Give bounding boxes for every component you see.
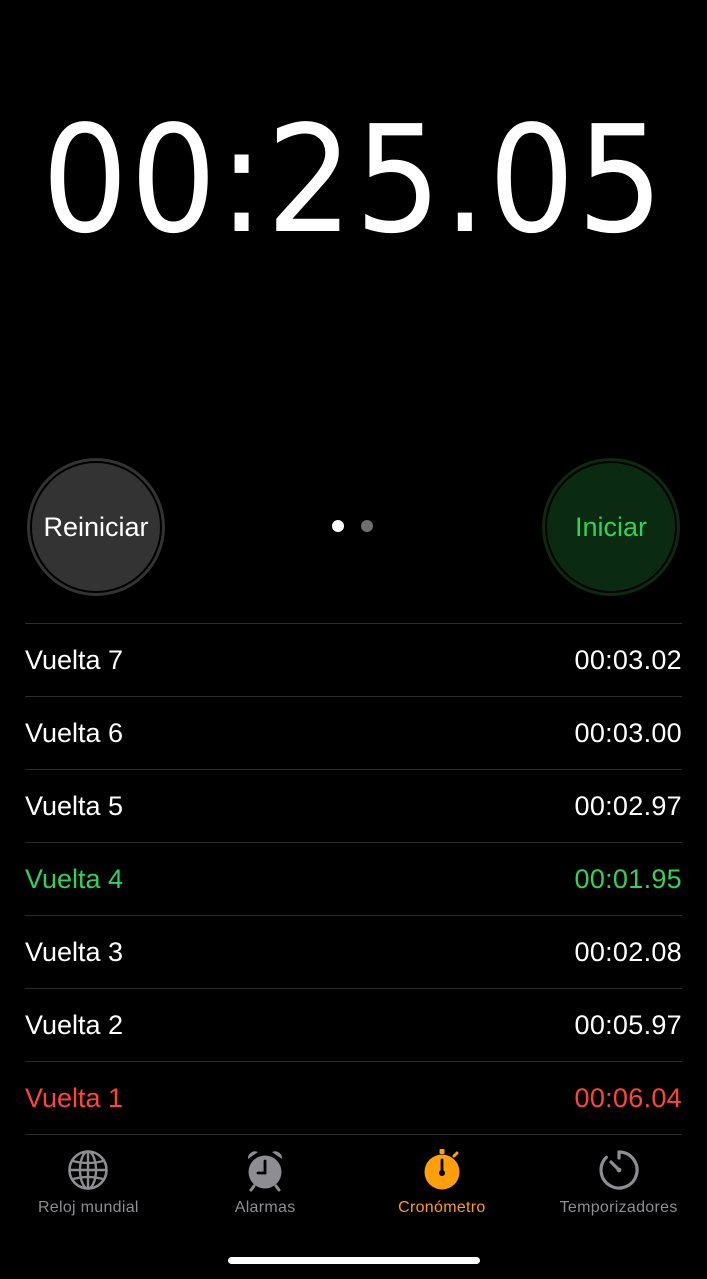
lap-row: Vuelta 2 00:05.97 [25, 989, 682, 1062]
lap-time: 00:01.95 [574, 863, 682, 894]
home-indicator[interactable] [228, 1257, 480, 1264]
lap-list[interactable]: Vuelta 7 00:03.02 Vuelta 6 00:03.00 Vuel… [25, 623, 682, 1135]
lap-time: 00:03.02 [574, 644, 682, 675]
lap-label: Vuelta 4 [25, 863, 124, 894]
lap-row: Vuelta 6 00:03.00 [25, 697, 682, 770]
lap-label: Vuelta 7 [25, 644, 124, 675]
lap-time: 00:05.97 [574, 1009, 682, 1040]
lap-row: Vuelta 3 00:02.08 [25, 916, 682, 989]
tab-label: Cronómetro [398, 1199, 486, 1216]
globe-icon [68, 1150, 109, 1190]
lap-label: Vuelta 6 [25, 717, 124, 748]
page-indicator[interactable] [332, 520, 373, 532]
stopwatch-time: 00:25.05 [41, 94, 666, 266]
lap-time: 00:02.08 [574, 936, 682, 967]
stopwatch-icon [424, 1149, 460, 1190]
lap-label: Vuelta 1 [25, 1082, 124, 1113]
tab-label: Temporizadores [559, 1199, 678, 1216]
timer-icon [599, 1150, 639, 1190]
start-button[interactable]: Iniciar [542, 458, 680, 596]
lap-label: Vuelta 5 [25, 790, 124, 821]
lap-label: Vuelta 2 [25, 1009, 124, 1040]
lap-time: 00:03.00 [574, 717, 682, 748]
tab-bar: Reloj mundial Alarmas Cronómetro Tempori… [0, 1148, 707, 1228]
tab-world-clock[interactable]: Reloj mundial [0, 1148, 177, 1228]
lap-row: Vuelta 5 00:02.97 [25, 770, 682, 843]
page-dot-1[interactable] [332, 520, 344, 532]
tab-alarms[interactable]: Alarmas [177, 1148, 354, 1228]
lap-time: 00:06.04 [574, 1082, 682, 1113]
reset-button[interactable]: Reiniciar [27, 458, 165, 596]
tab-label: Alarmas [234, 1199, 296, 1216]
reset-button-label: Reiniciar [43, 511, 149, 542]
page-dot-2[interactable] [361, 520, 373, 532]
tab-label: Reloj mundial [37, 1199, 139, 1216]
lap-label: Vuelta 3 [25, 936, 124, 967]
tab-stopwatch[interactable]: Cronómetro [354, 1148, 531, 1228]
lap-row-worst: Vuelta 1 00:06.04 [25, 1062, 682, 1135]
lap-row-best: Vuelta 4 00:01.95 [25, 843, 682, 916]
lap-row: Vuelta 7 00:03.02 [25, 624, 682, 697]
alarm-clock-icon [248, 1151, 283, 1192]
start-button-label: Iniciar [574, 511, 648, 542]
tab-timers[interactable]: Temporizadores [530, 1148, 707, 1228]
lap-time: 00:02.97 [574, 790, 682, 821]
